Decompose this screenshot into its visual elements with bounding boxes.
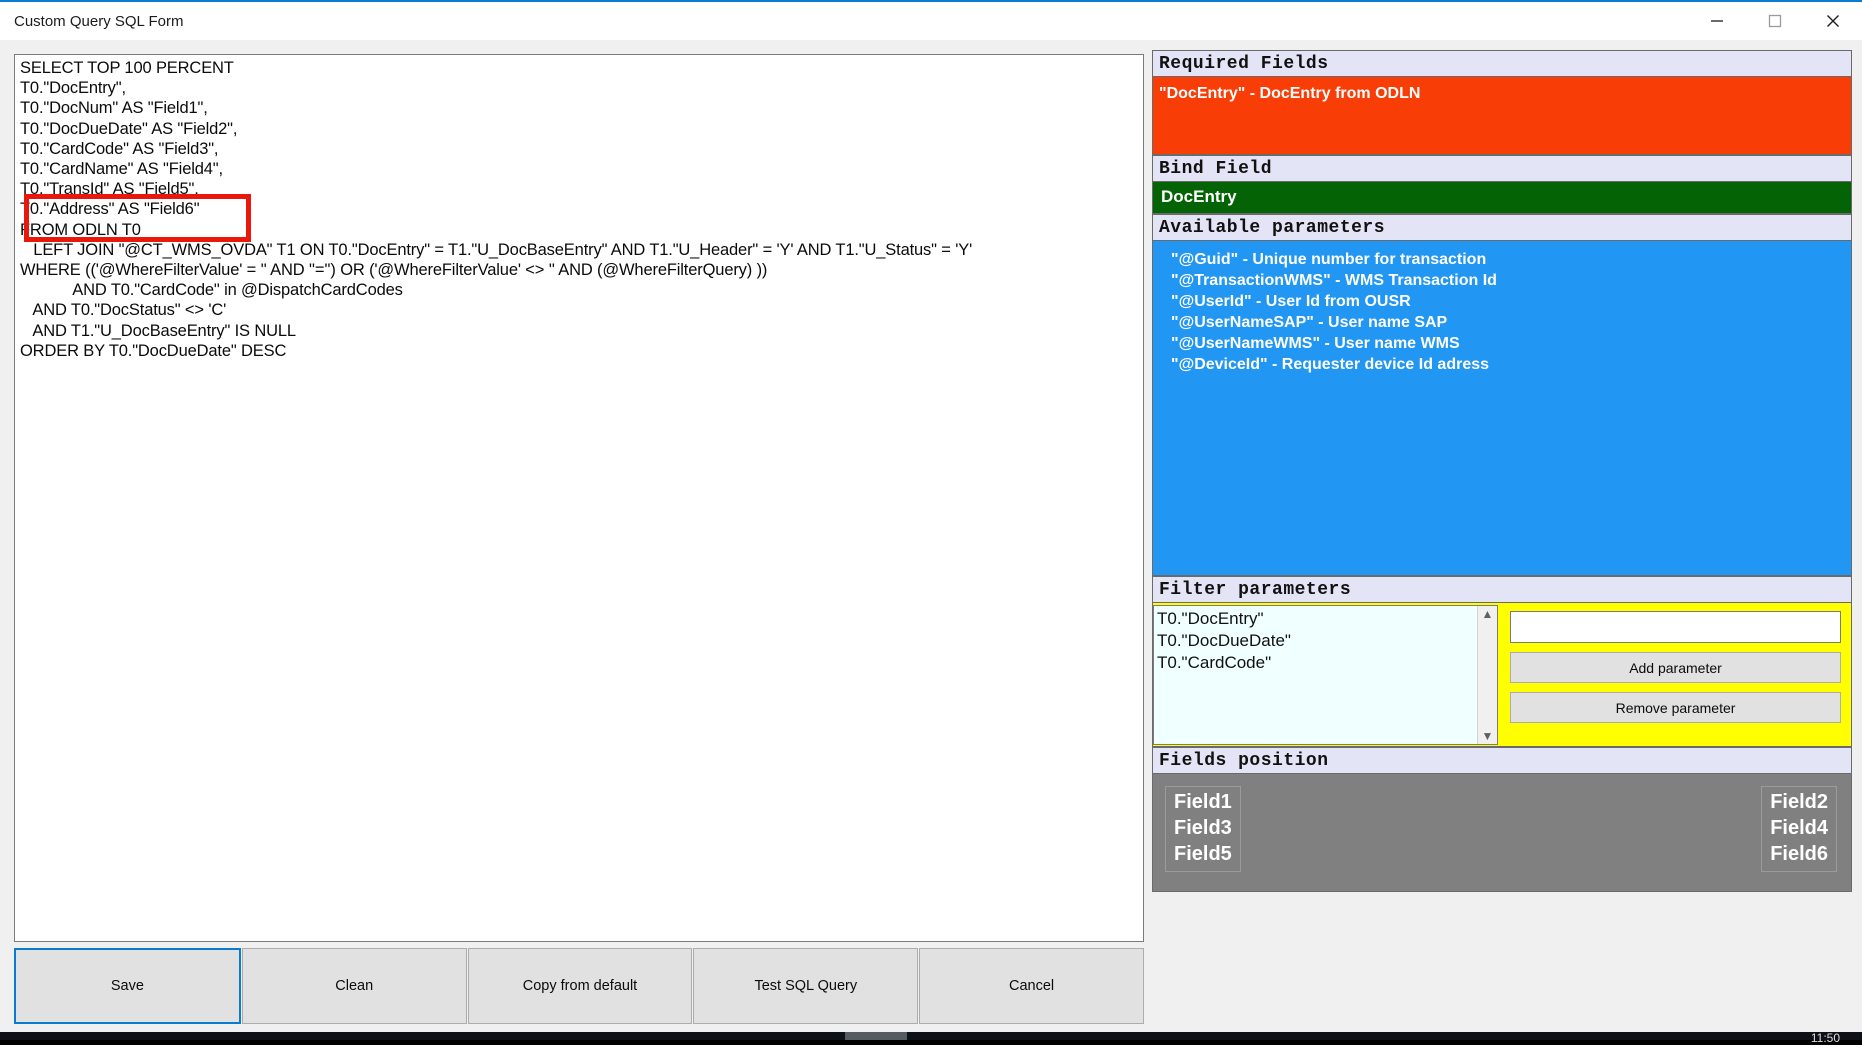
window-title: Custom Query SQL Form	[14, 12, 184, 30]
required-fields-header: Required Fields	[1152, 50, 1852, 77]
clean-button[interactable]: Clean	[241, 948, 467, 1024]
fields-position-header: Fields position	[1152, 747, 1852, 774]
taskbar-clock[interactable]: 11:50	[1811, 1031, 1840, 1045]
required-fields-list[interactable]: "DocEntry" - DocEntry from ODLN	[1152, 77, 1852, 155]
filter-parameter-item[interactable]: T0."CardCode"	[1157, 652, 1477, 674]
field-chip[interactable]: Field5	[1174, 841, 1232, 867]
available-parameters-header: Available parameters	[1152, 214, 1852, 241]
chevron-up-icon[interactable]: ▲	[1482, 608, 1494, 620]
cancel-button[interactable]: Cancel	[919, 948, 1144, 1024]
field-chip[interactable]: Field1	[1174, 789, 1232, 815]
close-icon	[1827, 15, 1839, 27]
filter-parameters-items[interactable]: T0."DocEntry" T0."DocDueDate" T0."CardCo…	[1154, 606, 1477, 744]
available-parameter-item[interactable]: "@TransactionWMS" - WMS Transaction Id	[1171, 270, 1851, 291]
filter-list-scrollbar[interactable]: ▲ ▼	[1477, 606, 1497, 744]
add-parameter-button[interactable]: Add parameter	[1510, 652, 1841, 683]
minimize-icon	[1711, 20, 1723, 22]
maximize-button[interactable]	[1746, 2, 1804, 40]
field-chip[interactable]: Field2	[1770, 789, 1828, 815]
available-parameter-item[interactable]: "@Guid" - Unique number for transaction	[1171, 249, 1851, 270]
taskbar-window-button[interactable]	[845, 1032, 907, 1040]
parameter-name-input[interactable]	[1510, 611, 1841, 643]
sql-query-editor[interactable]: SELECT TOP 100 PERCENT T0."DocEntry", T0…	[14, 54, 1144, 942]
available-parameter-item[interactable]: "@UserId" - User Id from OUSR	[1171, 291, 1851, 312]
chevron-down-icon[interactable]: ▼	[1482, 730, 1494, 742]
bind-field-value[interactable]: DocEntry	[1161, 186, 1851, 207]
filter-parameters-header: Filter parameters	[1152, 576, 1852, 603]
filter-parameter-item[interactable]: T0."DocDueDate"	[1157, 630, 1477, 652]
fields-position-canvas[interactable]: Field1 Field3 Field5 Field2 Field4 Field…	[1152, 774, 1852, 892]
maximize-icon	[1768, 14, 1782, 28]
client-area: SELECT TOP 100 PERCENT T0."DocEntry", T0…	[0, 40, 1862, 1034]
bind-field-header: Bind Field	[1152, 155, 1852, 182]
desktop-taskbar[interactable]: 11:50	[0, 1031, 1862, 1045]
field-chip[interactable]: Field6	[1770, 841, 1828, 867]
sql-query-text[interactable]: SELECT TOP 100 PERCENT T0."DocEntry", T0…	[20, 58, 972, 361]
fields-position-right-group[interactable]: Field2 Field4 Field6	[1761, 786, 1837, 872]
copy-from-default-button[interactable]: Copy from default	[467, 948, 693, 1024]
fields-position-left-group[interactable]: Field1 Field3 Field5	[1165, 786, 1241, 872]
filter-parameters-listbox[interactable]: T0."DocEntry" T0."DocDueDate" T0."CardCo…	[1153, 605, 1498, 745]
available-parameter-item[interactable]: "@UserNameWMS" - User name WMS	[1171, 333, 1851, 354]
form-button-bar: Save Clean Copy from default Test SQL Qu…	[14, 948, 1144, 1024]
filter-parameter-item[interactable]: T0."DocEntry"	[1157, 608, 1477, 630]
minimize-button[interactable]	[1688, 2, 1746, 40]
save-button[interactable]: Save	[14, 948, 241, 1024]
field-chip[interactable]: Field4	[1770, 815, 1828, 841]
available-parameter-item[interactable]: "@DeviceId" - Requester device Id adress	[1171, 354, 1851, 375]
test-sql-query-button[interactable]: Test SQL Query	[693, 948, 919, 1024]
title-bar[interactable]: Custom Query SQL Form	[0, 2, 1862, 40]
remove-parameter-button[interactable]: Remove parameter	[1510, 692, 1841, 723]
filter-parameters-controls: Add parameter Remove parameter	[1498, 603, 1851, 746]
field-chip[interactable]: Field3	[1174, 815, 1232, 841]
window-controls	[1688, 2, 1862, 40]
required-field-item[interactable]: "DocEntry" - DocEntry from ODLN	[1159, 83, 1851, 104]
application-window: Custom Query SQL Form SELECT TOP 100 PER…	[0, 0, 1862, 1034]
available-parameter-item[interactable]: "@UserNameSAP" - User name SAP	[1171, 312, 1851, 333]
available-parameters-list[interactable]: "@Guid" - Unique number for transaction …	[1152, 241, 1852, 576]
side-panel: Required Fields "DocEntry" - DocEntry fr…	[1152, 50, 1852, 1028]
bind-field-value-box[interactable]: DocEntry	[1152, 182, 1852, 214]
filter-parameters-panel: T0."DocEntry" T0."DocDueDate" T0."CardCo…	[1152, 603, 1852, 747]
close-button[interactable]	[1804, 2, 1862, 40]
